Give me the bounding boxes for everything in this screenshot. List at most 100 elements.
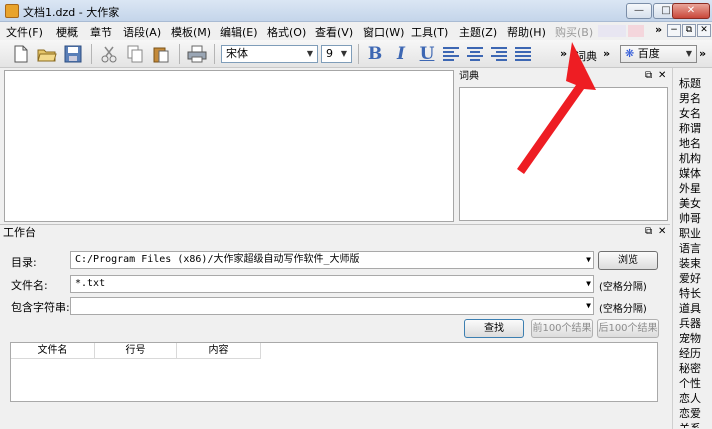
save-icon[interactable] (62, 43, 84, 65)
underline-button[interactable]: U (416, 43, 438, 65)
tag-item[interactable]: 机构 (679, 152, 701, 166)
dictionary-panel-header: 词典 (457, 70, 670, 84)
italic-button[interactable]: I (390, 43, 412, 65)
menu-buy[interactable]: 购买(B) (555, 24, 593, 40)
column-header-content[interactable]: 内容 (177, 343, 261, 359)
dictionary-content[interactable] (459, 87, 668, 221)
align-right-icon[interactable] (488, 43, 510, 65)
search-engine-combo[interactable]: ❋ 百度 ▼ (620, 45, 697, 63)
mdi-restore-button[interactable]: ⧉ (682, 24, 696, 37)
title-bar: 文档1.dzd - 大作家 — □ ✕ (0, 0, 712, 22)
tag-item[interactable]: 男名 (679, 92, 701, 106)
chevron-down-icon: ▼ (586, 301, 591, 310)
copy-icon[interactable] (124, 43, 146, 65)
minimize-button[interactable]: — (626, 3, 652, 19)
menu-chapter[interactable]: 章节 (90, 24, 112, 40)
toolbar-overflow-icon[interactable]: » (699, 47, 706, 60)
chevron-down-icon: ▼ (306, 49, 314, 58)
close-button[interactable]: ✕ (672, 3, 710, 19)
menu-template[interactable]: 模板(M) (171, 24, 211, 40)
pin-icon[interactable]: ⧉ (645, 226, 652, 237)
align-left-icon[interactable] (440, 43, 462, 65)
editor-area[interactable] (4, 70, 454, 222)
menu-paragraph[interactable]: 语段(A) (123, 24, 161, 40)
close-icon[interactable]: ✕ (658, 70, 666, 81)
tag-item[interactable]: 地名 (679, 137, 701, 151)
contains-label: 包含字符串: (11, 301, 70, 314)
previous-results-button[interactable]: 前100个结果 (531, 319, 593, 338)
tag-item[interactable]: 道具 (679, 302, 701, 316)
tag-item[interactable]: 个性 (679, 377, 701, 391)
tag-item[interactable]: 爱好 (679, 272, 701, 286)
menu-file[interactable]: 文件(F) (6, 24, 43, 40)
tag-item[interactable]: 宠物 (679, 332, 701, 346)
tag-item[interactable]: 兵器 (679, 317, 701, 331)
filename-hint: (空格分隔) (599, 282, 647, 293)
toolbar-separator (179, 44, 180, 64)
print-icon[interactable] (186, 43, 208, 65)
toolbar-overflow-icon[interactable]: » (560, 47, 567, 60)
directory-combo[interactable]: C:/Program Files (x86)/大作家超级自动写作软件_大师版 ▼ (70, 251, 594, 269)
tag-item[interactable]: 女名 (679, 107, 701, 121)
filename-combo[interactable]: *.txt ▼ (70, 275, 594, 293)
find-button[interactable]: 查找 (464, 319, 524, 338)
justify-icon[interactable] (512, 43, 534, 65)
contains-combo[interactable]: ▼ (70, 297, 594, 315)
dictionary-panel: 词典 ⧉ ✕ (457, 70, 670, 222)
mdi-close-button[interactable]: ✕ (697, 24, 711, 37)
font-size-combo[interactable]: 9 ▼ (321, 45, 352, 63)
font-size-value: 9 (326, 47, 333, 60)
tag-item[interactable]: 经历 (679, 347, 701, 361)
open-folder-icon[interactable] (36, 43, 58, 65)
menu-overflow-icon[interactable]: » (655, 23, 662, 36)
menu-format[interactable]: 格式(O) (267, 24, 306, 40)
toolbar-overflow-icon[interactable]: » (603, 47, 610, 60)
mdi-minimize-button[interactable]: − (667, 24, 681, 37)
column-header-line[interactable]: 行号 (95, 343, 177, 359)
menu-help[interactable]: 帮助(H) (507, 24, 546, 40)
filename-value: *.txt (75, 278, 106, 289)
tag-item[interactable]: 装束 (679, 257, 701, 271)
browse-button[interactable]: 浏览 (598, 251, 658, 270)
pin-icon[interactable]: ⧉ (645, 70, 652, 81)
menu-view[interactable]: 查看(V) (315, 24, 353, 40)
align-center-icon[interactable] (464, 43, 486, 65)
dictionary-button[interactable]: 词典 (575, 48, 597, 64)
results-list[interactable]: 文件名 行号 内容 (10, 342, 658, 402)
menu-theme[interactable]: 主题(Z) (459, 24, 497, 40)
menu-window[interactable]: 窗口(W) (363, 24, 404, 40)
tag-item[interactable]: 职业 (679, 227, 701, 241)
toolbar-separator (91, 44, 92, 64)
tag-item[interactable]: 恋爱 (679, 407, 701, 421)
cut-icon[interactable] (98, 43, 120, 65)
tag-item[interactable]: 特长 (679, 287, 701, 301)
tag-item[interactable]: 秘密 (679, 362, 701, 376)
font-name-combo[interactable]: 宋体 ▼ (221, 45, 318, 63)
tag-sidebar: 标题 男名 女名 称谓 地名 机构 媒体 外星 美女 帅哥 职业 语言 装束 爱… (672, 68, 712, 429)
close-icon[interactable]: ✕ (658, 226, 666, 237)
menu-placeholder-block (628, 25, 644, 37)
search-engine-value: 百度 (637, 47, 660, 60)
tag-item[interactable]: 语言 (679, 242, 701, 256)
tag-item[interactable]: 恋人 (679, 392, 701, 406)
tag-item[interactable]: 关系 (679, 422, 701, 428)
chevron-down-icon: ▼ (586, 255, 591, 264)
tag-item[interactable]: 称谓 (679, 122, 701, 136)
menu-edit[interactable]: 编辑(E) (220, 24, 258, 40)
new-document-icon[interactable] (10, 43, 32, 65)
bold-button[interactable]: B (364, 43, 386, 65)
next-results-button[interactable]: 后100个结果 (597, 319, 659, 338)
paste-icon[interactable] (150, 43, 172, 65)
menu-tools[interactable]: 工具(T) (411, 24, 448, 40)
menu-outline[interactable]: 梗概 (56, 24, 78, 40)
tag-item[interactable]: 美女 (679, 197, 701, 211)
tag-item[interactable]: 媒体 (679, 167, 701, 181)
chevron-down-icon: ▼ (586, 279, 591, 288)
tag-item[interactable]: 帅哥 (679, 212, 701, 226)
window-title: 文档1.dzd - 大作家 (23, 6, 120, 19)
tag-item[interactable]: 标题 (679, 77, 701, 91)
column-header-filename[interactable]: 文件名 (11, 343, 95, 359)
filename-label: 文件名: (11, 279, 48, 292)
tag-item[interactable]: 外星 (679, 182, 701, 196)
directory-value: C:/Program Files (x86)/大作家超级自动写作软件_大师版 (75, 254, 360, 265)
